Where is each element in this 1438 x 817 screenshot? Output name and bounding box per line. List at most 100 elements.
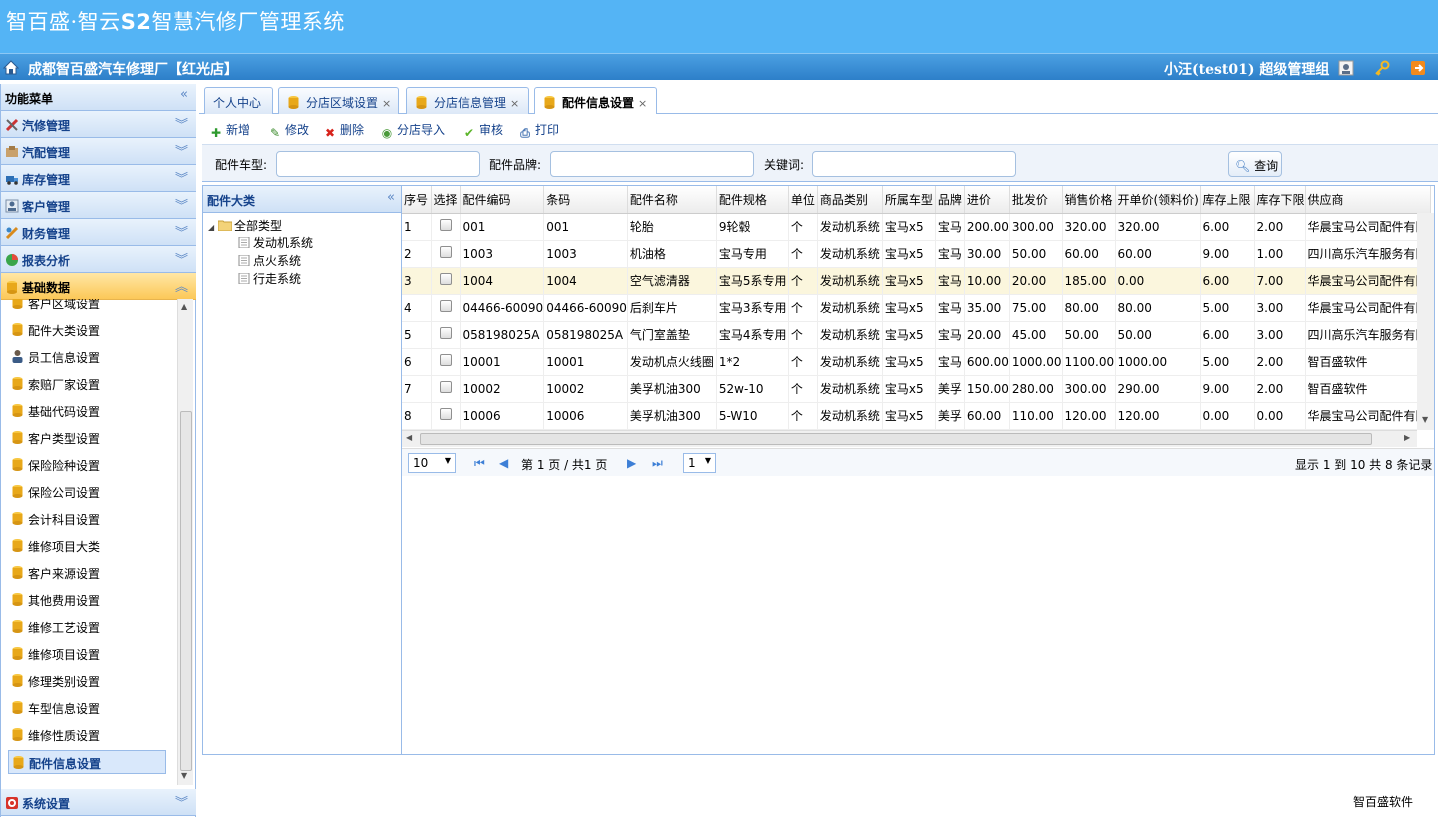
brand-input[interactable] (550, 151, 754, 177)
row-checkbox[interactable] (439, 246, 452, 258)
sidebar-item[interactable]: 维修工艺设置 (8, 615, 166, 639)
logout-icon[interactable] (1410, 60, 1426, 76)
row-select-cell[interactable] (431, 240, 461, 268)
keyword-input[interactable] (812, 151, 1016, 177)
row-select-cell[interactable] (431, 348, 461, 376)
table-row[interactable]: 1 001 001 轮胎 9轮毂个发动机系统 宝马x5 宝马 200.00 300.00 320.… (402, 213, 1431, 241)
tab-parts-info[interactable]: 配件信息设置 × (534, 87, 657, 115)
column-header[interactable]: 销售价格 (1062, 186, 1116, 214)
column-header[interactable]: 开单价(领料价) (1115, 186, 1201, 214)
tab-branch-area[interactable]: 分店区域设置 × (278, 87, 399, 114)
tree-root[interactable]: ◢ 全部类型 (208, 217, 282, 234)
row-select-cell[interactable] (431, 321, 461, 349)
page-select[interactable]: 1 ▼ (683, 453, 716, 473)
scroll-right-icon[interactable]: ▶ (1404, 433, 1410, 442)
row-select-cell[interactable] (431, 267, 461, 295)
add-button[interactable]: ✚ 新增 (208, 121, 250, 140)
search-button[interactable]: 🔍︎ 查询 (1228, 151, 1282, 177)
tab-personal-center[interactable]: 个人中心 (204, 87, 273, 114)
sidebar-item[interactable]: 员工信息设置 (8, 345, 166, 369)
row-checkbox[interactable] (439, 273, 452, 285)
sidebar-item[interactable]: 车型信息设置 (8, 696, 166, 720)
sidebar-group-finance[interactable]: 财务管理 ︾ (1, 219, 196, 246)
sidebar-item[interactable]: 保险险种设置 (8, 453, 166, 477)
table-row[interactable]: 2 1003 1003 机油格 宝马专用个发动机系统 宝马x5 宝马 30.00 50.00 60… (402, 240, 1431, 268)
sidebar-scrollbar[interactable]: ▲ ▼ (177, 299, 193, 785)
close-tab-icon[interactable]: × (638, 97, 647, 110)
prev-page-icon[interactable]: ◀ (499, 456, 508, 470)
column-header[interactable]: 所属车型 (882, 186, 936, 214)
sidebar-item[interactable]: 客户区域设置 (8, 299, 166, 315)
audit-button[interactable]: ✔ 审核 (461, 121, 503, 140)
table-row[interactable]: 4 04466-60090 04466-60090 后刹车片 宝马3系专用个发动机系统宝… (402, 294, 1431, 322)
table-row[interactable]: 5 058198025A 058198025A 气门室盖垫 宝马4系专用个发动机系统 宝马… (402, 321, 1431, 349)
sidebar-item[interactable]: 客户类型设置 (8, 426, 166, 450)
column-header[interactable]: 单位 (788, 186, 818, 214)
sidebar-item[interactable]: 修理类别设置 (8, 669, 166, 693)
collapse-tree-icon[interactable]: « (387, 190, 395, 205)
sidebar-item[interactable]: 基础代码设置 (8, 399, 166, 423)
scrollbar-thumb[interactable] (180, 411, 192, 771)
sidebar-group-system[interactable]: 系统设置 ︾ (1, 789, 196, 816)
tab-branch-info[interactable]: 分店信息管理 × (406, 87, 529, 114)
sidebar-item[interactable]: 配件信息设置 (8, 750, 166, 774)
print-button[interactable]: ⎙ 打印 (517, 121, 559, 140)
column-header[interactable]: 配件编码 (460, 186, 545, 214)
page-size-select[interactable]: 10 ▼ (408, 453, 456, 473)
row-checkbox[interactable] (439, 408, 452, 420)
row-checkbox[interactable] (439, 219, 452, 231)
user-profile-icon[interactable] (1338, 60, 1354, 76)
next-page-icon[interactable]: ▶ (627, 456, 636, 470)
delete-button[interactable]: ✖ 删除 (322, 121, 364, 140)
tree-node[interactable]: 点火系统 (237, 252, 301, 269)
first-page-icon[interactable]: ⏮ (474, 456, 485, 471)
sidebar-group-repair[interactable]: 汽修管理 ︾ (1, 111, 196, 138)
sidebar-item[interactable]: 客户来源设置 (8, 561, 166, 585)
branch-import-button[interactable]: ◉ 分店导入 (379, 121, 445, 140)
row-checkbox[interactable] (439, 300, 452, 312)
grid-vertical-scrollbar[interactable]: ▼ (1417, 213, 1434, 430)
sidebar-group-inventory[interactable]: 库存管理 ︾ (1, 165, 196, 192)
key-icon[interactable] (1374, 60, 1390, 76)
column-header[interactable]: 批发价 (1009, 186, 1063, 214)
column-header[interactable]: 配件规格 (716, 186, 789, 214)
car-type-input[interactable] (276, 151, 480, 177)
table-row[interactable]: 3 1004 1004 空气滤清器 宝马5系专用个发动机系统 宝马x5 宝马 10.00 20.… (402, 267, 1431, 295)
collapse-sidebar-icon[interactable]: « (180, 87, 188, 102)
column-header[interactable]: 进价 (964, 186, 1010, 214)
column-header[interactable]: 商品类别 (817, 186, 883, 214)
column-header[interactable]: 供应商 (1305, 186, 1431, 214)
edit-button[interactable]: ✎ 修改 (267, 121, 309, 140)
last-page-icon[interactable]: ⏭ (652, 456, 663, 471)
table-row[interactable]: 8 10006 10006 美孚机油300 5-W10 个发动机系统 宝马x5 美孚 60.00… (402, 402, 1431, 430)
caret-down-icon[interactable]: ◢ (208, 223, 214, 232)
row-select-cell[interactable] (431, 402, 461, 430)
row-checkbox[interactable] (439, 381, 452, 393)
sidebar-item[interactable]: 配件大类设置 (8, 318, 166, 342)
close-tab-icon[interactable]: × (510, 97, 519, 110)
column-header[interactable]: 库存上限 (1200, 186, 1255, 214)
column-header[interactable]: 选择 (431, 186, 461, 214)
scrollbar-thumb[interactable] (420, 433, 1372, 445)
column-header[interactable]: 库存下限 (1254, 186, 1306, 214)
scroll-up-icon[interactable]: ▲ (181, 302, 187, 311)
scroll-down-icon[interactable]: ▼ (181, 771, 187, 780)
close-tab-icon[interactable]: × (382, 97, 391, 110)
row-checkbox[interactable] (439, 354, 452, 366)
tree-node[interactable]: 行走系统 (237, 270, 301, 287)
table-row[interactable]: 7 10002 10002 美孚机油300 52w-10 个发动机系统 宝马x5 美孚 150.… (402, 375, 1431, 403)
row-select-cell[interactable] (431, 375, 461, 403)
sidebar-group-customer[interactable]: 客户管理 ︾ (1, 192, 196, 219)
grid-horizontal-scrollbar[interactable]: ◀ ▶ (402, 430, 1417, 447)
tree-node[interactable]: 发动机系统 (237, 234, 313, 251)
table-row[interactable]: 6 10001 10001 发动机点火线圈 1*2 个发动机系统 宝马x5 宝马 600.00 1… (402, 348, 1431, 376)
column-header[interactable]: 配件名称 (627, 186, 717, 214)
home-icon[interactable] (3, 60, 19, 75)
sidebar-item[interactable]: 维修项目设置 (8, 642, 166, 666)
row-select-cell[interactable] (431, 213, 461, 241)
column-header[interactable]: 条码 (543, 186, 628, 214)
row-checkbox[interactable] (439, 327, 452, 339)
sidebar-item[interactable]: 其他费用设置 (8, 588, 166, 612)
row-select-cell[interactable] (431, 294, 461, 322)
sidebar-group-basic-data[interactable]: 基础数据 ︽ (1, 273, 196, 300)
